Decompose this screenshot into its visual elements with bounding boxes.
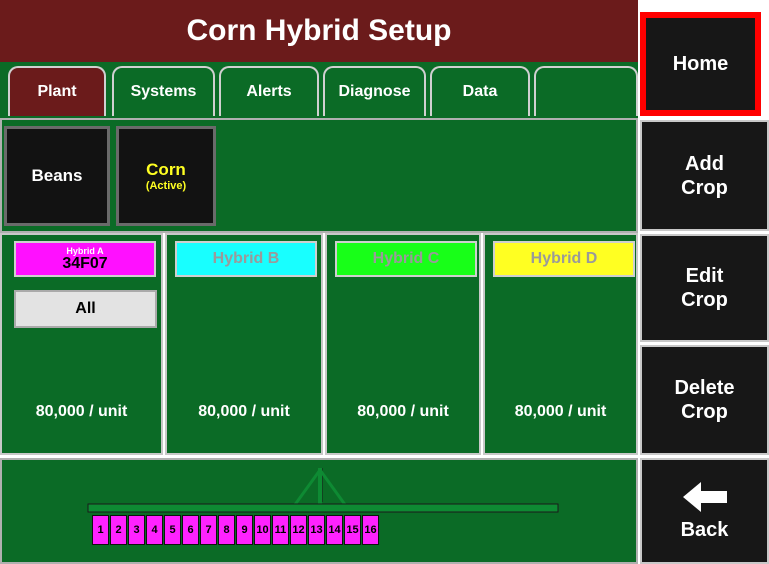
row-unit[interactable]: 5 <box>164 515 181 545</box>
hybrid-panel-d[interactable]: Hybrid D 80,000 / unit <box>483 233 638 455</box>
add-crop-button[interactable]: Add Crop <box>640 120 769 231</box>
button-label-line1: Add <box>685 152 724 175</box>
tab-empty[interactable] <box>534 66 638 116</box>
hybrid-b-label[interactable]: Hybrid B <box>175 241 317 277</box>
row-unit[interactable]: 9 <box>236 515 253 545</box>
tab-plant[interactable]: Plant <box>8 66 106 116</box>
arrow-left-icon <box>682 482 727 512</box>
hybrid-panel-b[interactable]: Hybrid B 80,000 / unit <box>165 233 323 455</box>
row-unit[interactable]: 6 <box>182 515 199 545</box>
tab-systems[interactable]: Systems <box>112 66 215 116</box>
hybrid-a-label[interactable]: Hybrid A 34F07 <box>14 241 156 277</box>
planter-panel <box>0 458 638 564</box>
back-button-label: Back <box>680 519 729 541</box>
row-unit[interactable]: 12 <box>290 515 307 545</box>
home-button-label: Home <box>672 53 729 75</box>
crop-button-beans[interactable]: Beans <box>4 126 110 226</box>
home-button[interactable]: Home <box>640 12 761 116</box>
tab-data[interactable]: Data <box>430 66 530 116</box>
row-unit[interactable]: 4 <box>146 515 163 545</box>
tab-diagnose[interactable]: Diagnose <box>323 66 426 116</box>
page-title: Corn Hybrid Setup <box>0 0 638 62</box>
edit-crop-button[interactable]: Edit Crop <box>640 234 769 342</box>
row-unit[interactable]: 3 <box>128 515 145 545</box>
row-unit[interactable]: 16 <box>362 515 379 545</box>
button-label-line2: Crop <box>681 401 728 423</box>
crop-selector-panel: Beans Corn (Active) <box>0 118 638 233</box>
hybrid-panel-c[interactable]: Hybrid C 80,000 / unit <box>325 233 481 455</box>
row-unit[interactable]: 13 <box>308 515 325 545</box>
row-unit[interactable]: 14 <box>326 515 343 545</box>
row-unit[interactable]: 15 <box>344 515 361 545</box>
button-label-line1: Delete <box>674 377 735 399</box>
button-label-line2: Crop <box>681 289 728 311</box>
hybrid-name: 34F07 <box>62 254 108 272</box>
rows-all-button[interactable]: All <box>14 290 157 328</box>
crop-name: Beans <box>31 166 83 185</box>
hybrid-panel-a[interactable]: Hybrid A 34F07 All 80,000 / unit <box>0 233 163 455</box>
button-label-line1: Edit <box>685 265 724 287</box>
seed-rate: 80,000 / unit <box>35 403 128 420</box>
button-label-line2: Crop <box>681 176 728 199</box>
row-unit[interactable]: 8 <box>218 515 235 545</box>
tab-alerts[interactable]: Alerts <box>219 66 319 116</box>
crop-status: (Active) <box>145 180 187 192</box>
delete-crop-button[interactable]: Delete Crop <box>640 345 769 455</box>
back-button[interactable]: Back <box>640 458 769 564</box>
seed-rate: 80,000 / unit <box>198 403 290 420</box>
row-unit[interactable]: 11 <box>272 515 289 545</box>
planter-icon <box>87 468 559 513</box>
row-unit[interactable]: 1 <box>92 515 109 545</box>
crop-name: Corn <box>146 160 186 179</box>
seed-rate: 80,000 / unit <box>514 403 607 420</box>
seed-rate: 80,000 / unit <box>357 403 449 420</box>
hybrid-d-label[interactable]: Hybrid D <box>493 241 635 277</box>
row-unit[interactable]: 10 <box>254 515 271 545</box>
row-unit[interactable]: 7 <box>200 515 217 545</box>
hybrid-c-label[interactable]: Hybrid C <box>335 241 477 277</box>
row-unit[interactable]: 2 <box>110 515 127 545</box>
crop-button-corn[interactable]: Corn (Active) <box>116 126 216 226</box>
